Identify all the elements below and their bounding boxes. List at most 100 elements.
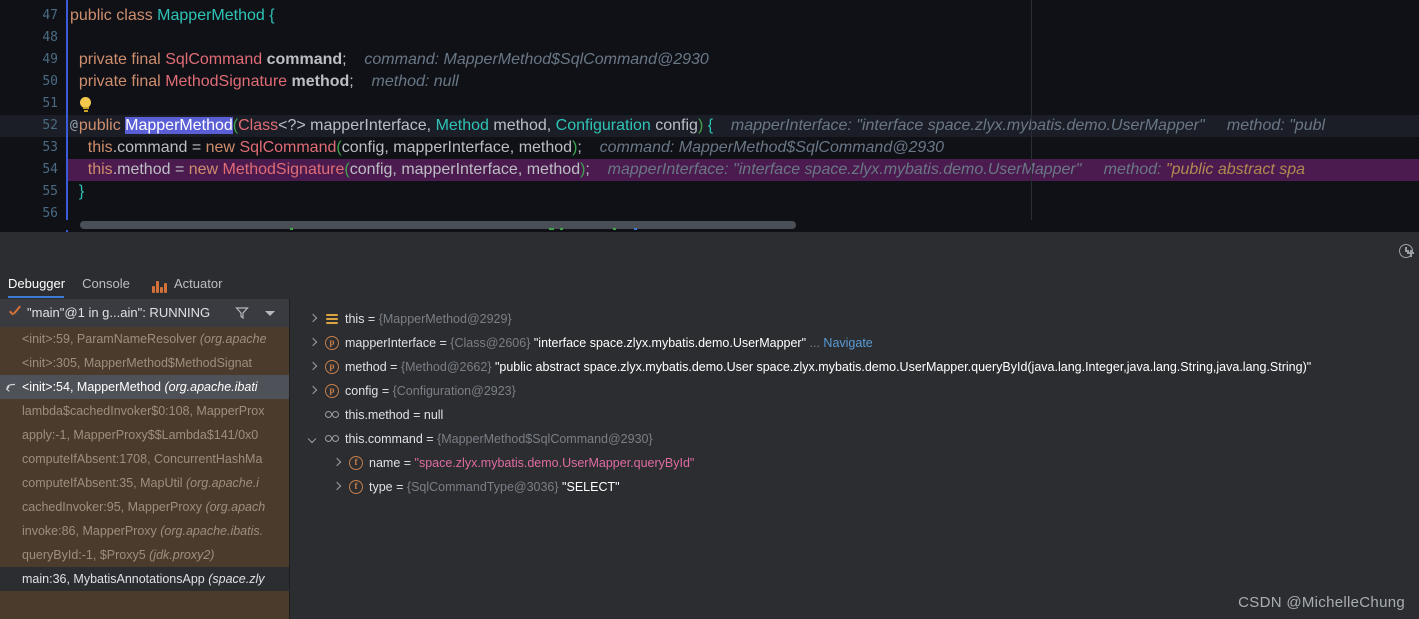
code-line-50[interactable]: private final MethodSignature method; me… [70, 71, 459, 93]
code-line-47[interactable]: public class MapperMethod { [70, 5, 275, 27]
clock-plus-icon[interactable] [1399, 244, 1415, 260]
line-number: 55 [42, 181, 66, 203]
call-stack-frames-list[interactable]: <init>:59, ParamNameResolver (org.apache… [0, 327, 289, 619]
code-token [70, 117, 79, 134]
variable-reference: {MapperMethod$SqlCommand@2930} [437, 432, 653, 446]
chevron-down-icon[interactable] [265, 311, 275, 316]
actuator-icon [152, 277, 168, 293]
lightbulb-icon[interactable] [79, 97, 92, 112]
code-token [70, 161, 88, 178]
variable-row[interactable]: pmethod = {Method@2662} "public abstract… [299, 355, 1419, 379]
chevron-right-icon[interactable] [307, 337, 319, 349]
code-token: public [70, 7, 112, 24]
chevron-right-icon[interactable] [307, 361, 319, 373]
chevron-right-icon[interactable] [331, 457, 343, 469]
variable-name: this [345, 312, 364, 326]
code-editor[interactable]: 47public class MapperMethod {4849 privat… [0, 0, 1419, 232]
code-line-53[interactable]: this.command = new SqlCommand(config, ma… [70, 137, 944, 159]
frame-label: computeIfAbsent:1708, ConcurrentHashMa [22, 452, 262, 466]
gutter-line-53[interactable]: 53 [0, 137, 66, 159]
variable-row[interactable]: f name = "space.zlyx.mybatis.demo.UserMap… [299, 451, 1419, 475]
variable-equals: = [400, 456, 414, 470]
frame-list-item[interactable]: apply:-1, MapperProxy$$Lambda$141/0x0 [0, 423, 289, 447]
variable-name: mapperInterface [345, 336, 436, 350]
field-icon: f [349, 456, 363, 470]
variable-value: "interface space.zlyx.mybatis.demo.UserM… [534, 336, 806, 350]
variable-equals: = [378, 384, 392, 398]
code-line-55[interactable]: } [70, 181, 84, 203]
return-arrow-icon [4, 379, 18, 393]
thread-selector[interactable]: "main"@1 in g...ain": RUNNING [0, 299, 289, 327]
frame-package: (org.apach [205, 500, 265, 514]
chevron-right-icon[interactable] [331, 481, 343, 493]
code-line-54[interactable]: this.method = new MethodSignature(config… [70, 159, 1305, 181]
line-number: 47 [42, 5, 66, 27]
code-token: public [79, 117, 121, 134]
editor-marker [290, 228, 293, 230]
debugger-tab-bar[interactable]: Debugger Console Actuator [0, 272, 1419, 298]
gutter-line-54[interactable]: 54 [0, 159, 66, 181]
variable-row[interactable]: pconfig = {Configuration@2923} [299, 379, 1419, 403]
variable-value: "public abstract space.zlyx.mybatis.demo… [495, 360, 1311, 374]
code-token: MethodSignature [165, 73, 287, 90]
field-icon: f [349, 480, 363, 494]
frames-vars-divider[interactable] [289, 299, 290, 619]
frame-label: <init>:59, ParamNameResolver [22, 332, 200, 346]
tab-actuator-label: Actuator [174, 276, 222, 291]
tab-debugger-label: Debugger [8, 276, 65, 291]
variable-row[interactable]: this.method = null [299, 403, 1419, 427]
gutter-line-52[interactable]: 52@ [0, 115, 66, 137]
gutter-line-51[interactable]: 51 [0, 93, 66, 115]
gutter-line-55[interactable]: 55 [0, 181, 66, 203]
editor-hscrollbar-thumb[interactable] [80, 221, 796, 229]
editor-guide-line [1031, 0, 1032, 226]
tab-debugger[interactable]: Debugger [8, 272, 64, 298]
frame-label: computeIfAbsent:35, MapUtil [22, 476, 186, 490]
code-token: .command = [113, 139, 206, 156]
toolwindow-header-strip [0, 232, 1419, 272]
variable-name: this.command [345, 432, 423, 446]
frame-list-item[interactable]: <init>:59, ParamNameResolver (org.apache [0, 327, 289, 351]
frame-list-item[interactable]: <init>:305, MapperMethod$MethodSignat [0, 351, 289, 375]
line-number: 49 [42, 49, 66, 71]
frame-list-item[interactable]: computeIfAbsent:1708, ConcurrentHashMa [0, 447, 289, 471]
variable-reference: {Class@2606} [450, 336, 534, 350]
gutter-line-56[interactable]: 56 [0, 203, 66, 225]
code-token: { [269, 7, 274, 24]
chevron-down-icon[interactable] [307, 433, 319, 445]
code-token: config [651, 117, 698, 134]
chevron-right-icon[interactable] [307, 313, 319, 325]
frame-list-item[interactable]: queryById:-1, $Proxy5 (jdk.proxy2) [0, 543, 289, 567]
frame-list-item[interactable]: <init>:54, MapperMethod (org.apache.ibat… [0, 375, 289, 399]
gutter-line-50[interactable]: 50 [0, 71, 66, 93]
code-token: Class [238, 117, 278, 134]
gutter-line-47[interactable]: 47 [0, 5, 66, 27]
variable-row[interactable]: pmapperInterface = {Class@2606} "interfa… [299, 331, 1419, 355]
variable-equals: = [410, 408, 424, 422]
frame-list-item[interactable]: invoke:86, MapperProxy (org.apache.ibati… [0, 519, 289, 543]
watch-icon [325, 408, 341, 422]
code-token [70, 183, 79, 200]
code-line-52[interactable]: public MapperMethod(Class<?> mapperInter… [70, 115, 1325, 137]
code-line-49[interactable]: private final SqlCommand command; comman… [70, 49, 709, 71]
variables-panel[interactable]: this = {MapperMethod@2929}pmapperInterfa… [299, 299, 1419, 619]
tab-console[interactable]: Console [80, 272, 132, 298]
code-token: MethodSignature [223, 161, 345, 178]
gutter-line-48[interactable]: 48 [0, 27, 66, 49]
gutter-line-49[interactable]: 49 [0, 49, 66, 71]
variable-row[interactable]: this.command = {MapperMethod$SqlCommand@… [299, 427, 1419, 451]
chevron-right-icon[interactable] [307, 385, 319, 397]
frame-list-item[interactable]: cachedInvoker:95, MapperProxy (org.apach [0, 495, 289, 519]
variable-row[interactable]: this = {MapperMethod@2929} [299, 307, 1419, 331]
frame-list-item[interactable]: main:36, MybatisAnnotationsApp (space.zl… [0, 567, 289, 591]
filter-icon[interactable] [235, 306, 249, 320]
variable-row[interactable]: ftype = {SqlCommandType@3036} "SELECT" [299, 475, 1419, 499]
variable-text: name = "space.zlyx.mybatis.demo.UserMapp… [369, 451, 694, 475]
editor-marker [613, 228, 616, 230]
navigate-link[interactable]: Navigate [823, 336, 872, 350]
frame-label: <init>:54, MapperMethod [22, 380, 164, 394]
variable-value: "SELECT" [562, 480, 620, 494]
code-token: private [79, 51, 127, 68]
frame-list-item[interactable]: computeIfAbsent:35, MapUtil (org.apache.… [0, 471, 289, 495]
frame-list-item[interactable]: lambda$cachedInvoker$0:108, MapperProx [0, 399, 289, 423]
